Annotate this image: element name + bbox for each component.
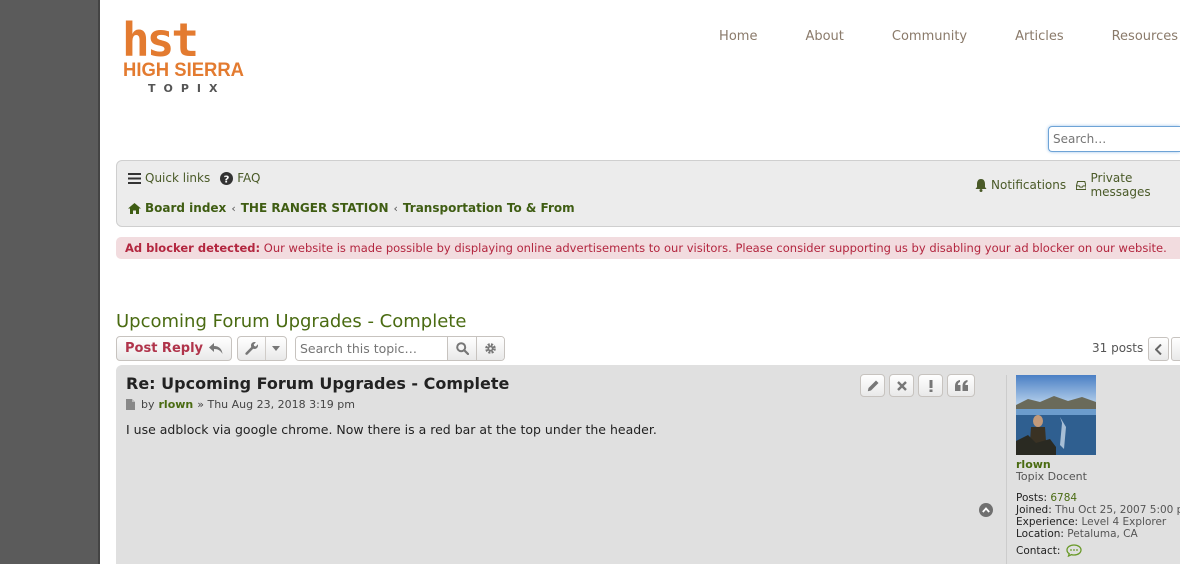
main-nav: Home About Community Articles Resources: [671, 29, 1180, 44]
edit-post-button[interactable]: [860, 374, 885, 397]
breadcrumb-board-index[interactable]: Board index: [145, 201, 226, 215]
nav-articles[interactable]: Articles: [1015, 29, 1063, 44]
delete-post-button[interactable]: [889, 374, 914, 397]
svg-text:HIGH SIERRA: HIGH SIERRA: [123, 59, 244, 81]
topic-search-button[interactable]: [447, 337, 476, 360]
profile-joined-value: Thu Oct 25, 2007 5:00 pm: [1055, 504, 1180, 516]
profile-joined-label: Joined:: [1016, 504, 1052, 516]
advanced-search-button[interactable]: [476, 337, 504, 360]
svg-text:?: ?: [224, 174, 230, 185]
profile-contact-row: Contact:: [1016, 544, 1180, 557]
quick-links-menu[interactable]: Quick links: [128, 171, 210, 185]
post: Re: Upcoming Forum Upgrades - Complete b…: [116, 365, 1180, 564]
hamburger-icon: [128, 172, 141, 184]
breadcrumb-ranger-station[interactable]: THE RANGER STATION: [241, 201, 389, 215]
close-icon: [896, 380, 907, 391]
nav-resources[interactable]: Resources: [1112, 29, 1178, 44]
private-messages-label: Private messages: [1090, 171, 1151, 199]
profile-joined-row: Joined: Thu Oct 25, 2007 5:00 pm: [1016, 504, 1180, 516]
document-icon[interactable]: [126, 399, 135, 410]
faq-link[interactable]: ? FAQ: [220, 171, 260, 185]
report-post-button[interactable]: [918, 374, 943, 397]
gear-icon: [485, 343, 496, 354]
home-icon: [128, 202, 141, 214]
post-title[interactable]: Re: Upcoming Forum Upgrades - Complete: [126, 374, 509, 393]
posts-count: 31 posts: [1092, 341, 1144, 355]
post-body: I use adblock via google chrome. Now the…: [126, 422, 657, 437]
profile-posts-label: Posts:: [1016, 492, 1047, 504]
post-meta: by rlown » Thu Aug 23, 2018 3:19 pm: [126, 398, 355, 411]
pagination-previous-button[interactable]: [1148, 337, 1169, 361]
profile-divider: [1006, 375, 1007, 564]
profile-contact-label: Contact:: [1016, 544, 1061, 557]
wrench-icon: [238, 337, 266, 360]
avatar-image: [1016, 375, 1096, 455]
profile-location-value: Petaluma, CA: [1067, 528, 1138, 540]
profile-rank: Topix Docent: [1016, 470, 1087, 483]
post-date: » Thu Aug 23, 2018 3:19 pm: [197, 398, 355, 411]
question-circle-icon: ?: [220, 171, 234, 185]
topic-action-bar: Post Reply: [116, 336, 505, 361]
topic-search-input[interactable]: [296, 337, 447, 360]
user-avatar[interactable]: [1016, 375, 1096, 455]
breadcrumb: Board index ‹ THE RANGER STATION ‹ Trans…: [128, 201, 575, 215]
adblock-message: Our website is made possible by displayi…: [260, 241, 1167, 255]
nav-community[interactable]: Community: [892, 29, 967, 44]
chevron-up-icon: [982, 507, 990, 513]
breadcrumb-transportation[interactable]: Transportation To & From: [403, 201, 575, 215]
notifications-label: Notifications: [991, 178, 1067, 192]
logo-mark: hst HIGH SIERRA TOPIX: [122, 13, 244, 95]
speech-bubble-icon[interactable]: [1066, 544, 1083, 557]
bell-icon: [975, 178, 987, 192]
topic-title[interactable]: Upcoming Forum Upgrades - Complete: [116, 311, 466, 332]
search-icon: [455, 342, 469, 355]
chevron-left-icon: [1155, 343, 1162, 355]
post-reply-label: Post Reply: [125, 341, 203, 356]
notifications-link[interactable]: Notifications: [975, 178, 1066, 192]
pencil-icon: [867, 380, 878, 391]
quote-icon: [954, 380, 968, 391]
navbar-links-left: Quick links ? FAQ: [128, 171, 270, 185]
breadcrumb-separator-icon: ‹: [393, 201, 398, 215]
inbox-icon: [1076, 180, 1087, 190]
back-to-top-button[interactable]: [979, 503, 993, 517]
header-search-box: [1048, 126, 1180, 152]
pagination-page-button[interactable]: [1171, 337, 1180, 361]
page: hst HIGH SIERRA TOPIX Home About Communi…: [100, 0, 1180, 564]
profile-details: Posts: 6784 Joined: Thu Oct 25, 2007 5:0…: [1016, 492, 1180, 557]
reply-icon: [209, 343, 223, 354]
private-messages-link[interactable]: Private messages: [1076, 171, 1175, 199]
nav-about[interactable]: About: [805, 29, 843, 44]
profile-posts-value[interactable]: 6784: [1050, 492, 1077, 504]
post-author-link[interactable]: rlown: [159, 398, 194, 411]
navbar-links-right: Notifications Private messages: [975, 171, 1180, 199]
post-reply-button[interactable]: Post Reply: [116, 336, 232, 361]
quick-links-label: Quick links: [145, 171, 211, 185]
forum-navbar: Quick links ? FAQ Notifications Private …: [116, 160, 1180, 227]
profile-location-row: Location: Petaluma, CA: [1016, 528, 1180, 540]
adblock-notice: Ad blocker detected: Our website is made…: [116, 237, 1180, 259]
nav-home[interactable]: Home: [719, 29, 757, 44]
faq-label: FAQ: [237, 171, 261, 185]
post-by-label: by: [141, 398, 155, 411]
caret-down-icon: [266, 337, 286, 360]
breadcrumb-separator-icon: ‹: [231, 201, 236, 215]
profile-experience-label: Experience:: [1016, 516, 1079, 528]
header-search-input[interactable]: [1049, 127, 1180, 151]
topic-tools-dropdown[interactable]: [237, 336, 287, 361]
svg-text:TOPIX: TOPIX: [148, 82, 226, 95]
profile-experience-value: Level 4 Explorer: [1081, 516, 1167, 528]
post-buttons: [860, 374, 979, 397]
quote-post-button[interactable]: [947, 374, 975, 397]
profile-posts-row: Posts: 6784: [1016, 492, 1180, 504]
left-margin-background: [0, 0, 100, 564]
adblock-label: Ad blocker detected:: [125, 241, 261, 255]
topic-search-box: [295, 336, 505, 361]
exclamation-icon: [929, 379, 932, 392]
profile-location-label: Location:: [1016, 528, 1064, 540]
profile-experience-row: Experience: Level 4 Explorer: [1016, 516, 1180, 528]
site-logo[interactable]: hst HIGH SIERRA TOPIX: [122, 13, 246, 96]
